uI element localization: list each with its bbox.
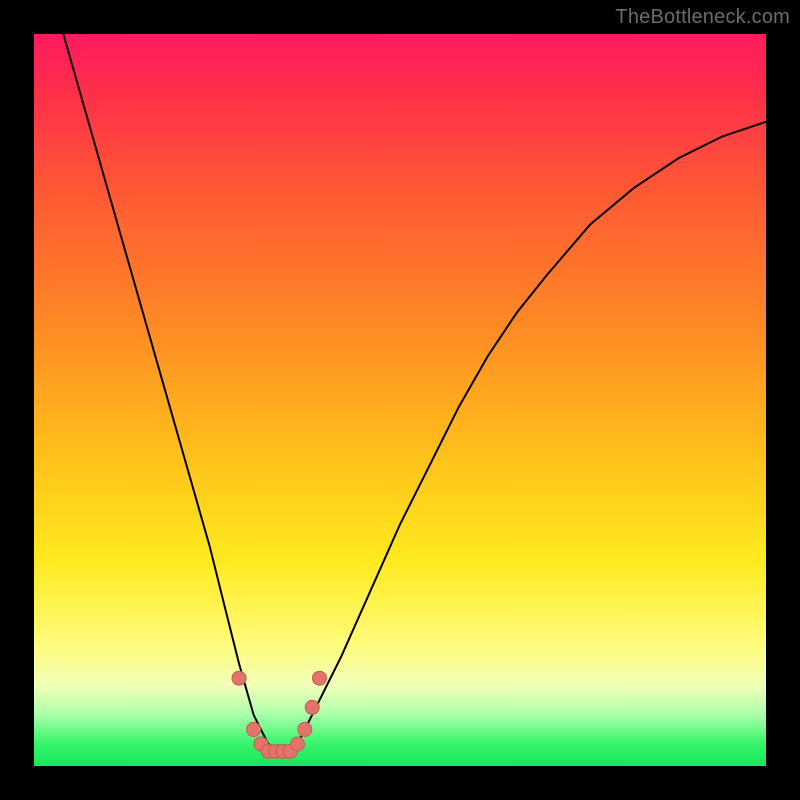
marker-dot bbox=[291, 737, 305, 751]
marker-dot bbox=[298, 722, 312, 736]
watermark-text: TheBottleneck.com bbox=[615, 6, 790, 29]
marker-dot bbox=[232, 671, 246, 685]
curve-layer bbox=[34, 34, 766, 766]
bottleneck-curve bbox=[63, 34, 766, 751]
chart-frame: TheBottleneck.com bbox=[0, 0, 800, 800]
marker-dot bbox=[305, 700, 319, 714]
marker-group bbox=[232, 671, 327, 758]
marker-dot bbox=[313, 671, 327, 685]
marker-dot bbox=[247, 722, 261, 736]
plot-area bbox=[34, 34, 766, 766]
